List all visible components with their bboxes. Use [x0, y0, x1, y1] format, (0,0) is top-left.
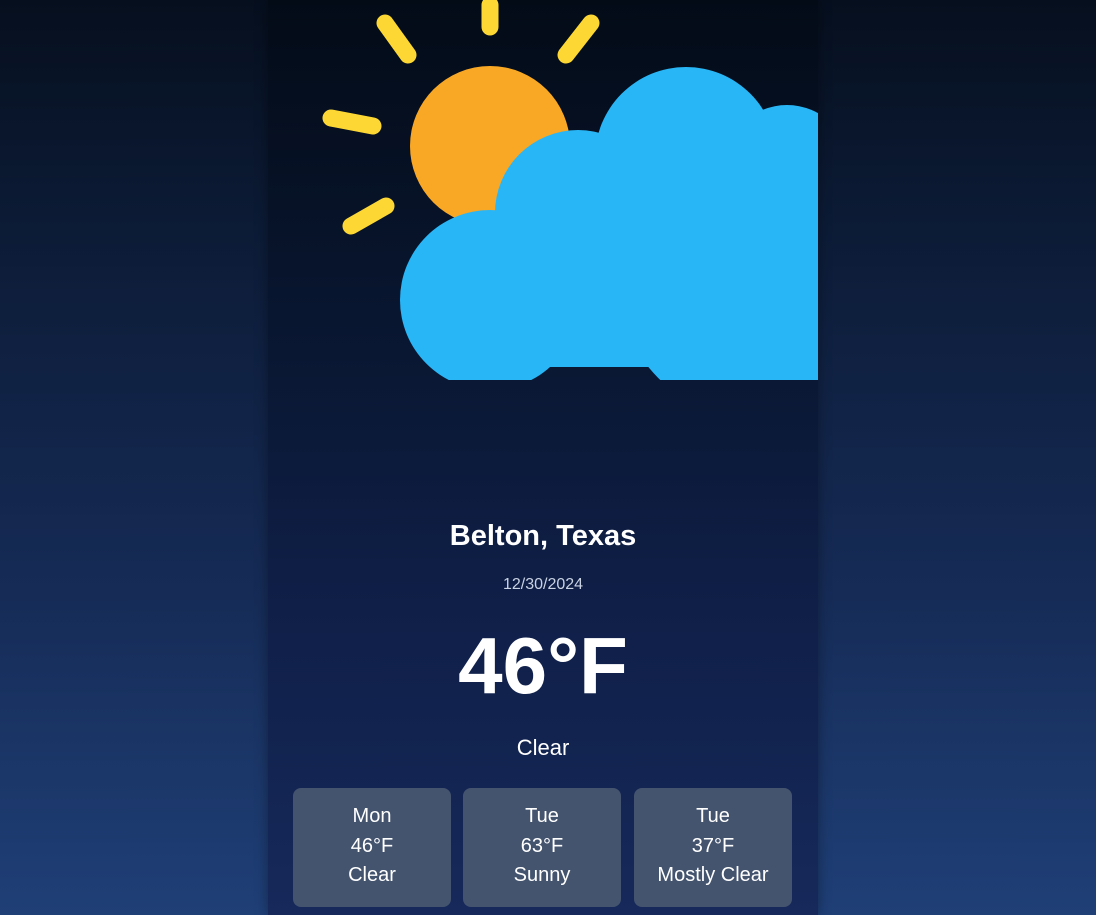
- current-temperature: 46°F: [458, 621, 628, 710]
- forecast-day: Mon: [352, 805, 392, 827]
- forecast-temp: 63°F: [520, 834, 564, 857]
- forecast-list: Mon 46°F Clear Tue 63°F Sunny Tue 37°F M…: [293, 788, 793, 907]
- forecast-condition: Sunny: [513, 864, 571, 886]
- forecast-condition: Clear: [348, 864, 396, 886]
- weather-card: Belton, Texas 12/30/2024 46°F Clear Mon …: [268, 0, 818, 915]
- forecast-card: Mon 46°F Clear: [293, 788, 451, 907]
- forecast-temp: 37°F: [691, 834, 735, 857]
- location-title: Belton, Texas: [449, 520, 637, 552]
- forecast-day: Tue: [525, 805, 559, 827]
- current-condition: Clear: [516, 735, 570, 760]
- partly-cloudy-icon: [322, 0, 818, 380]
- forecast-card: Tue 37°F Mostly Clear: [634, 788, 792, 907]
- forecast-temp: 46°F: [350, 834, 394, 857]
- forecast-card: Tue 63°F Sunny: [463, 788, 621, 907]
- current-date: 12/30/2024: [502, 576, 584, 593]
- forecast-condition: Mostly Clear: [657, 864, 769, 886]
- forecast-day: Tue: [696, 805, 730, 827]
